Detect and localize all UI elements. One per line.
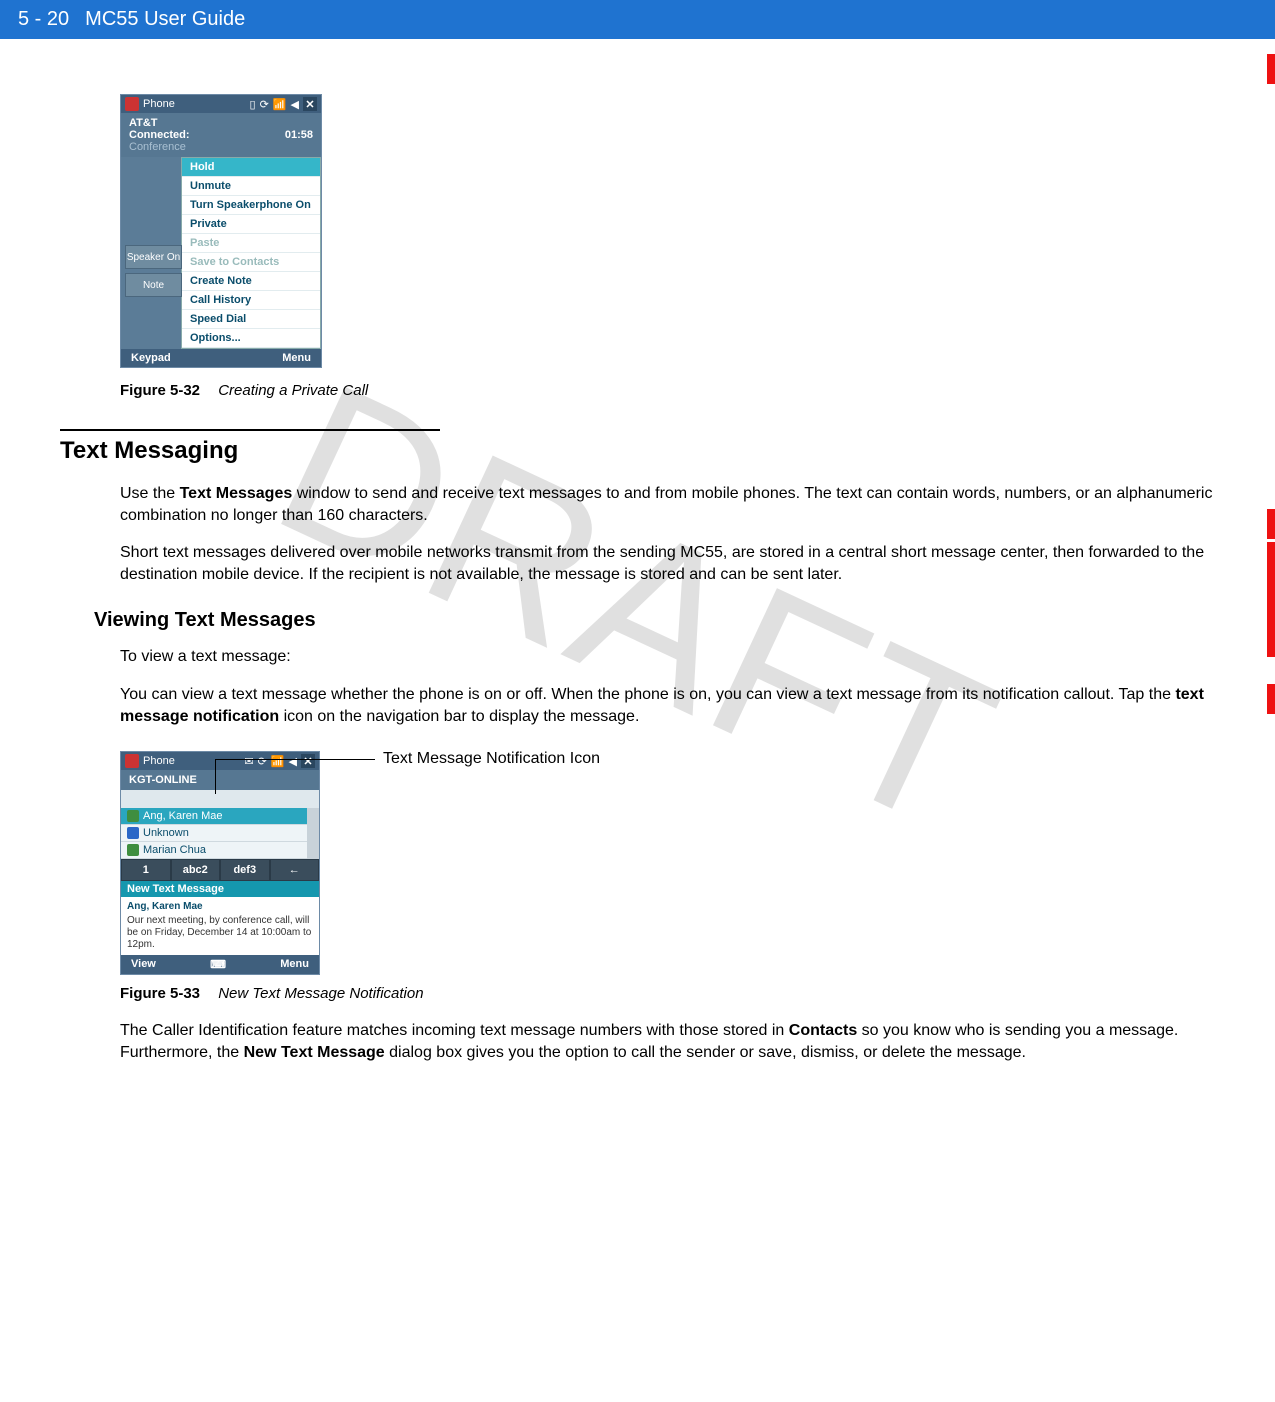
- new-message-header: New Text Message: [121, 881, 319, 897]
- list-item[interactable]: Ang, Karen Mae: [121, 808, 307, 825]
- note-button[interactable]: Note: [125, 273, 182, 297]
- contact-icon: [127, 827, 139, 839]
- message-sender: Ang, Karen Mae: [127, 901, 313, 913]
- menu-softkey[interactable]: Menu: [282, 352, 311, 364]
- menu-item[interactable]: Unmute: [182, 177, 320, 196]
- antenna-icon: 📶: [273, 98, 287, 111]
- signal-icon: ▯: [250, 98, 256, 111]
- app-title: Phone: [143, 755, 175, 767]
- section-rule: [60, 429, 440, 431]
- context-menu: Hold Unmute Turn Speakerphone On Private…: [181, 157, 321, 349]
- phone-screenshot-private-call: Phone ▯ ⟳ 📶 ◀ ✕ AT&T Connected: 01:58 Co…: [120, 94, 322, 368]
- list-item[interactable]: Marian Chua: [121, 842, 307, 859]
- contact-icon: [127, 810, 139, 822]
- figure-title: Creating a Private Call: [218, 382, 368, 399]
- figure-5-32: Phone ▯ ⟳ 📶 ◀ ✕ AT&T Connected: 01:58 Co…: [120, 94, 1215, 368]
- figure-number: Figure 5-33: [120, 985, 200, 1002]
- menu-item-disabled: Paste: [182, 234, 320, 253]
- search-bar[interactable]: [121, 790, 319, 808]
- keypad-row: 1 abc2 def3 ←: [121, 859, 319, 881]
- list-item[interactable]: Unknown: [121, 825, 307, 842]
- contact-icon: [127, 844, 139, 856]
- conference-label: Conference: [129, 141, 313, 153]
- section-number: 5 - 20: [18, 8, 69, 31]
- body-paragraph: You can view a text message whether the …: [120, 684, 1215, 727]
- body-paragraph: Short text messages delivered over mobil…: [120, 542, 1215, 585]
- view-softkey[interactable]: View: [131, 958, 156, 971]
- figure-5-33: Text Message Notification Icon Phone ✉ ⟳…: [120, 751, 1215, 975]
- call-time: 01:58: [285, 129, 313, 141]
- menu-item[interactable]: Options...: [182, 329, 320, 348]
- keypad-key-backspace[interactable]: ←: [270, 859, 320, 881]
- connected-label: Connected:: [129, 129, 190, 141]
- new-message-body: Ang, Karen Mae Our next meeting, by conf…: [121, 897, 319, 955]
- page-header: 5 - 20 MC55 User Guide: [0, 0, 1275, 39]
- figure-caption: Figure 5-33 New Text Message Notificatio…: [120, 985, 1215, 1002]
- keypad-key[interactable]: def3: [220, 859, 270, 881]
- phone-screenshot-new-message: Phone ✉ ⟳ 📶 ◀ ✕ KGT-ONLINE Ang, Karen Ma…: [120, 751, 320, 975]
- keypad-key[interactable]: abc2: [171, 859, 221, 881]
- guide-title: MC55 User Guide: [85, 8, 245, 31]
- figure-caption: Figure 5-32 Creating a Private Call: [120, 382, 1215, 399]
- callout-label: Text Message Notification Icon: [383, 750, 600, 768]
- body-paragraph: Use the Text Messages window to send and…: [120, 483, 1215, 526]
- windows-icon: [125, 97, 139, 111]
- menu-item[interactable]: Speed Dial: [182, 310, 320, 329]
- section-heading: Text Messaging: [60, 437, 1215, 465]
- volume-icon: ◀: [291, 98, 299, 111]
- subsection-heading: Viewing Text Messages: [94, 609, 1215, 632]
- menu-softkey[interactable]: Menu: [280, 958, 309, 971]
- menu-item[interactable]: Create Note: [182, 272, 320, 291]
- keypad-softkey[interactable]: Keypad: [131, 352, 171, 364]
- figure-number: Figure 5-32: [120, 382, 200, 399]
- menu-item[interactable]: Call History: [182, 291, 320, 310]
- menu-item[interactable]: Private: [182, 215, 320, 234]
- contact-list: Ang, Karen Mae Unknown Marian Chua: [121, 808, 307, 859]
- close-icon[interactable]: ✕: [303, 97, 317, 111]
- body-paragraph: The Caller Identification feature matche…: [120, 1020, 1215, 1063]
- callout-leader: Text Message Notification Icon: [215, 759, 600, 768]
- scrollbar[interactable]: [307, 808, 319, 859]
- keyboard-icon[interactable]: ⌨: [210, 958, 226, 971]
- speaker-on-button[interactable]: Speaker On: [125, 245, 182, 269]
- sync-icon: ⟳: [260, 98, 269, 111]
- carrier-label: KGT-ONLINE: [121, 770, 319, 790]
- app-title: Phone: [143, 98, 175, 110]
- menu-item[interactable]: Hold: [182, 158, 320, 177]
- keypad-key[interactable]: 1: [121, 859, 171, 881]
- menu-item-disabled: Save to Contacts: [182, 253, 320, 272]
- menu-item[interactable]: Turn Speakerphone On: [182, 196, 320, 215]
- figure-title: New Text Message Notification: [218, 985, 423, 1002]
- carrier-label: AT&T: [129, 117, 313, 129]
- windows-icon: [125, 754, 139, 768]
- message-preview: Our next meeting, by conference call, wi…: [127, 915, 313, 951]
- body-paragraph: To view a text message:: [120, 646, 1215, 668]
